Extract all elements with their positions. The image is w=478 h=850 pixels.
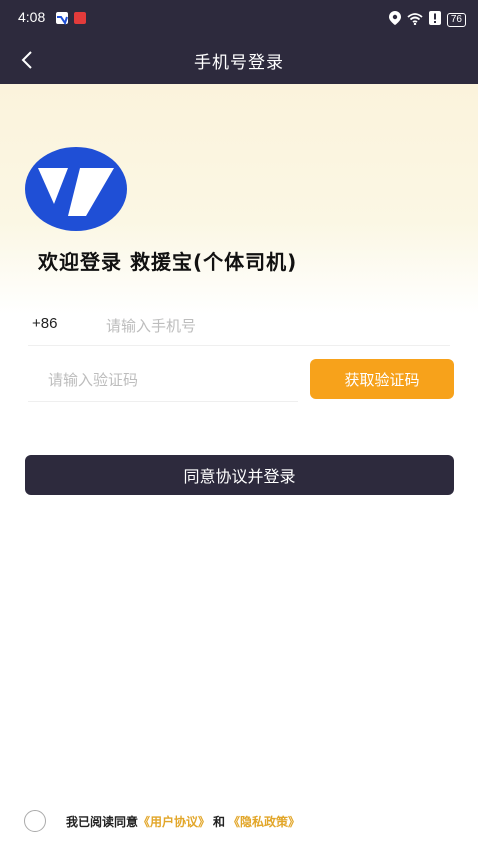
app-logo bbox=[24, 146, 128, 232]
get-code-button[interactable]: 获取验证码 bbox=[310, 359, 454, 399]
agreement-and: 和 bbox=[213, 814, 226, 829]
top-header: 4:08 76 手机号登录 bbox=[0, 0, 478, 84]
status-time: 4:08 bbox=[18, 9, 46, 25]
login-button[interactable]: 同意协议并登录 bbox=[25, 455, 454, 495]
agreement-row: 我已阅读同意 《用户协议》 和 《隐私政策》 bbox=[24, 810, 300, 832]
status-icons: 76 bbox=[388, 10, 466, 29]
code-row bbox=[28, 362, 298, 402]
phone-row: +86 bbox=[28, 306, 450, 346]
nav-bar: 手机号登录 bbox=[0, 36, 478, 84]
location-icon bbox=[388, 10, 401, 29]
user-agreement-link[interactable]: 《用户协议》 bbox=[138, 813, 210, 830]
alert-icon bbox=[428, 10, 441, 29]
app-notification-icon bbox=[56, 12, 68, 26]
agreement-prefix: 我已阅读同意 bbox=[66, 814, 139, 829]
wifi-icon bbox=[407, 10, 423, 29]
battery-icon: 76 bbox=[446, 12, 466, 27]
page-title: 手机号登录 bbox=[194, 53, 284, 73]
country-code[interactable]: +86 bbox=[32, 315, 57, 332]
agree-checkbox[interactable] bbox=[24, 810, 46, 832]
verification-code-input[interactable] bbox=[48, 366, 288, 394]
app-news-icon bbox=[74, 12, 86, 24]
phone-input[interactable] bbox=[106, 312, 426, 340]
status-bar: 4:08 76 bbox=[0, 0, 478, 36]
welcome-title: 欢迎登录 救援宝(个体司机) bbox=[38, 250, 298, 274]
privacy-policy-link[interactable]: 《隐私政策》 bbox=[228, 813, 300, 830]
